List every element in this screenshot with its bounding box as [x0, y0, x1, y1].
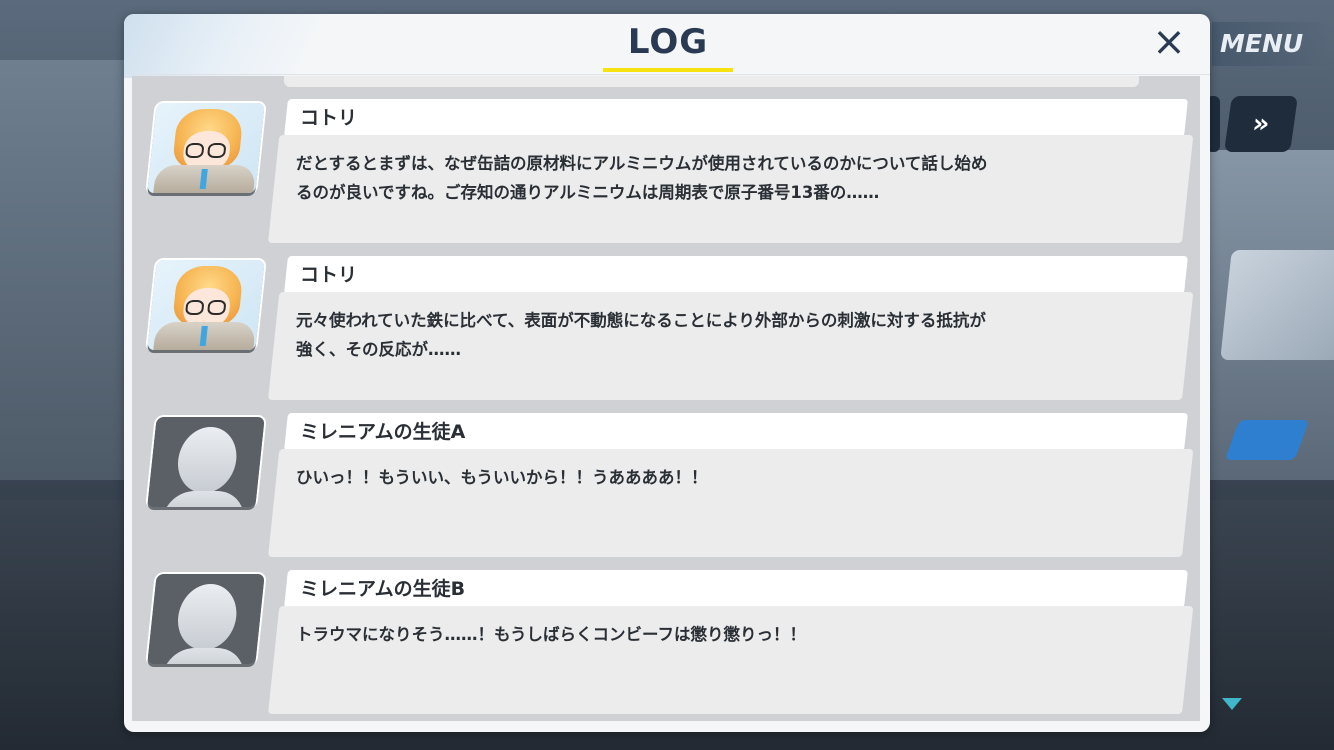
log-entry: ミレニアムの生徒B トラウマになりそう……！もうしばらくコンビーフは懲り懲りっ！…: [132, 570, 1200, 720]
header-divider: [124, 74, 1210, 75]
speaker-name: ミレニアムの生徒A: [300, 421, 466, 443]
log-dialog: LOG × コトリ だとするとまずは、なぜ缶詰の原材料にアルミニウムが使用されて…: [124, 14, 1210, 732]
speaker-name: コトリ: [300, 107, 358, 129]
message-text: 元々使われていた鉄に比べて、表面が不動態になることにより外部からの刺激に対する抵…: [296, 311, 986, 359]
message-text: だとするとまずは、なぜ缶詰の原材料にアルミニウムが使用されているのかについて話し…: [296, 154, 988, 202]
menu-button[interactable]: MENU: [1212, 22, 1330, 66]
close-icon[interactable]: ×: [1149, 22, 1189, 62]
avatar-kotori-icon: [147, 260, 265, 350]
dialog-title: LOG: [627, 22, 709, 62]
log-list[interactable]: コトリ だとするとまずは、なぜ缶詰の原材料にアルミニウムが使用されているのかにつ…: [132, 76, 1200, 721]
speaker-name: コトリ: [300, 264, 358, 286]
speaker-name-plate: [284, 256, 1188, 294]
avatar-kotori-icon: [147, 103, 265, 193]
title-underline: [603, 68, 733, 72]
log-entry: ミレニアムの生徒A ひいっ！！もういい、もういいから！！うああああ！！: [132, 413, 1200, 563]
background-blue-object: [1224, 420, 1310, 460]
log-entry: コトリ だとするとまずは、なぜ缶詰の原材料にアルミニウムが使用されているのかにつ…: [132, 99, 1200, 249]
avatar-silhouette-icon: [147, 417, 265, 507]
log-entry: コトリ 元々使われていた鉄に比べて、表面が不動態になることにより外部からの刺激に…: [132, 256, 1200, 406]
avatar-silhouette-icon: [147, 574, 265, 664]
background-wall-left: [0, 60, 125, 480]
previous-entry-stub: [284, 76, 1139, 87]
background-screen: [1220, 250, 1334, 360]
fast-forward-icon: »: [1250, 109, 1272, 139]
fast-forward-button[interactable]: »: [1224, 96, 1298, 152]
message-text: ひいっ！！もういい、もういいから！！うああああ！！: [296, 468, 708, 487]
scroll-down-indicator-icon: [1222, 698, 1242, 710]
speaker-name-plate: [284, 99, 1188, 137]
speaker-name: ミレニアムの生徒B: [300, 578, 466, 600]
header-decoration: [124, 14, 384, 78]
message-text: トラウマになりそう……！もうしばらくコンビーフは懲り懲りっ！！: [296, 625, 807, 644]
